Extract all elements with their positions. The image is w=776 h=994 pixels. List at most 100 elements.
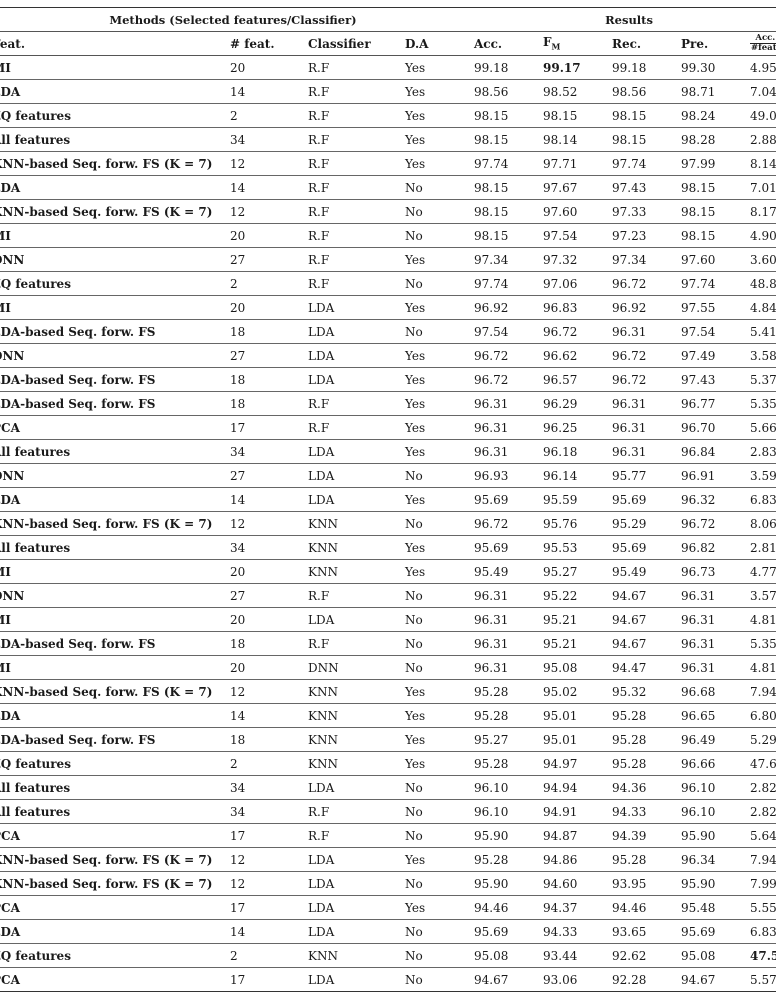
cell-classifier: LDA (308, 487, 405, 512)
cell-classifier: KNN (308, 559, 405, 584)
cell-acc-per-feat: 5.29 (750, 727, 776, 752)
table-row: KNN-based Seq. forw. FS (K = 7) 12 KNN Yes 9… (0, 679, 776, 704)
cell-classifier: LDA (308, 367, 405, 392)
cell-feat: KNN-based Seq. forw. FS (K = 7) (0, 847, 230, 872)
cell-acc-per-feat: 7.01 (750, 175, 776, 200)
cell-classifier: R.F (308, 823, 405, 848)
cell-acc: 97.54 (474, 319, 543, 344)
cell-rec: 96.31 (612, 439, 681, 464)
cell-da: Yes (405, 727, 474, 752)
cell-rec: 94.67 (612, 583, 681, 608)
cell-classifier: KNN (308, 751, 405, 776)
cell-rec: 95.49 (612, 559, 681, 584)
cell-n-feat: 17 (230, 823, 308, 848)
cell-n-feat: 20 (230, 55, 308, 80)
table-row: LDA-based Seq. forw. FS 18 LDA Yes 96.72 96.5… (0, 367, 776, 392)
cell-n-feat: 34 (230, 535, 308, 560)
table-row: KNN-based Seq. forw. FS (K = 7) 12 KNN No 96… (0, 511, 776, 536)
cell-da: No (405, 967, 474, 992)
cell-feat: PCA (0, 895, 230, 920)
cell-classifier: R.F (308, 103, 405, 128)
cell-n-feat: 18 (230, 727, 308, 752)
cell-n-feat: 17 (230, 895, 308, 920)
cell-da: No (405, 655, 474, 680)
col-header-da: D.A (405, 31, 474, 56)
cell-da: Yes (405, 847, 474, 872)
table-row: All features34R.FYes98.1598.1498.1598.28… (0, 127, 776, 152)
cell-da: Yes (405, 55, 474, 80)
cell-acc-per-feat: 2.88 (750, 127, 776, 152)
cell-rec: 97.34 (612, 247, 681, 272)
cell-acc: 96.31 (474, 391, 543, 416)
cell-da: No (405, 943, 474, 968)
cell-feat: ZQ features (0, 103, 230, 128)
cell-acc-per-feat: 2.83 (750, 439, 776, 464)
cell-n-feat: 34 (230, 799, 308, 824)
cell-da: Yes (405, 703, 474, 728)
cell-da: Yes (405, 439, 474, 464)
cell-feat: ZQ features (0, 751, 230, 776)
cell-acc-per-feat: 5.37 (750, 367, 776, 392)
cell-rec: 97.23 (612, 223, 681, 248)
cell-acc: 96.31 (474, 655, 543, 680)
cell-acc: 96.31 (474, 439, 543, 464)
cell-classifier: R.F (308, 415, 405, 440)
cell-n-feat: 2 (230, 943, 308, 968)
cell-pre: 96.82 (681, 535, 750, 560)
cell-feat: All features (0, 439, 230, 464)
cell-fm: 99.17 (543, 55, 612, 80)
cell-rec: 95.69 (612, 487, 681, 512)
cell-fm: 94.60 (543, 871, 612, 896)
table-row: DNN27R.FNo96.3195.2294.6796.313.57 (0, 583, 776, 608)
col-header-acc-per-feat: Acc. #feat. (750, 31, 776, 56)
cell-feat: KNN-based Seq. forw. FS (K = 7) (0, 199, 230, 224)
cell-da: Yes (405, 127, 474, 152)
cell-fm: 96.25 (543, 415, 612, 440)
cell-fm: 97.67 (543, 175, 612, 200)
cell-fm: 95.02 (543, 679, 612, 704)
cell-fm: 95.22 (543, 583, 612, 608)
cell-feat: ZQ features (0, 271, 230, 296)
cell-acc-per-feat: 3.59 (750, 463, 776, 488)
cell-da: Yes (405, 895, 474, 920)
cell-pre: 99.30 (681, 55, 750, 80)
cell-rec: 96.92 (612, 295, 681, 320)
cell-pre: 96.34 (681, 847, 750, 872)
cell-classifier: LDA (308, 895, 405, 920)
cell-acc: 96.10 (474, 799, 543, 824)
cell-acc: 98.15 (474, 127, 543, 152)
cell-n-feat: 27 (230, 583, 308, 608)
cell-n-feat: 18 (230, 631, 308, 656)
cell-n-feat: 2 (230, 103, 308, 128)
cell-fm: 95.21 (543, 607, 612, 632)
cell-n-feat: 34 (230, 127, 308, 152)
table-row: MI20R.FNo98.1597.5497.2398.154.90 (0, 223, 776, 248)
cell-fm: 97.60 (543, 199, 612, 224)
table-row: All features34KNNYes95.6995.5395.6996.82… (0, 535, 776, 560)
cell-classifier: R.F (308, 199, 405, 224)
cell-feat: MI (0, 223, 230, 248)
col-header-fm: FM (543, 31, 612, 56)
cell-acc-per-feat: 8.17 (750, 199, 776, 224)
cell-pre: 98.15 (681, 175, 750, 200)
cell-n-feat: 27 (230, 343, 308, 368)
cell-acc-per-feat: 3.57 (750, 583, 776, 608)
methods-group-header: Methods (Selected features/Classifier) (0, 7, 474, 32)
cell-acc-per-feat: 8.14 (750, 151, 776, 176)
cell-feat: LDA (0, 703, 230, 728)
cell-da: Yes (405, 295, 474, 320)
cell-da: No (405, 799, 474, 824)
cell-acc-per-feat: 5.35 (750, 631, 776, 656)
cell-acc-per-feat: 5.41 (750, 319, 776, 344)
cell-da: Yes (405, 751, 474, 776)
cell-acc-per-feat: 49.07 (750, 103, 776, 128)
cell-n-feat: 20 (230, 607, 308, 632)
cell-classifier: LDA (308, 295, 405, 320)
cell-pre: 96.77 (681, 391, 750, 416)
table-row: KNN-based Seq. forw. FS (K = 7) 12 R.F Yes 9… (0, 151, 776, 176)
cell-n-feat: 14 (230, 175, 308, 200)
cell-da: Yes (405, 79, 474, 104)
table-row: ZQ features2R.FNo97.7497.0696.7297.7448.… (0, 271, 776, 296)
cell-acc-per-feat: 5.55 (750, 895, 776, 920)
cell-pre: 94.67 (681, 967, 750, 992)
